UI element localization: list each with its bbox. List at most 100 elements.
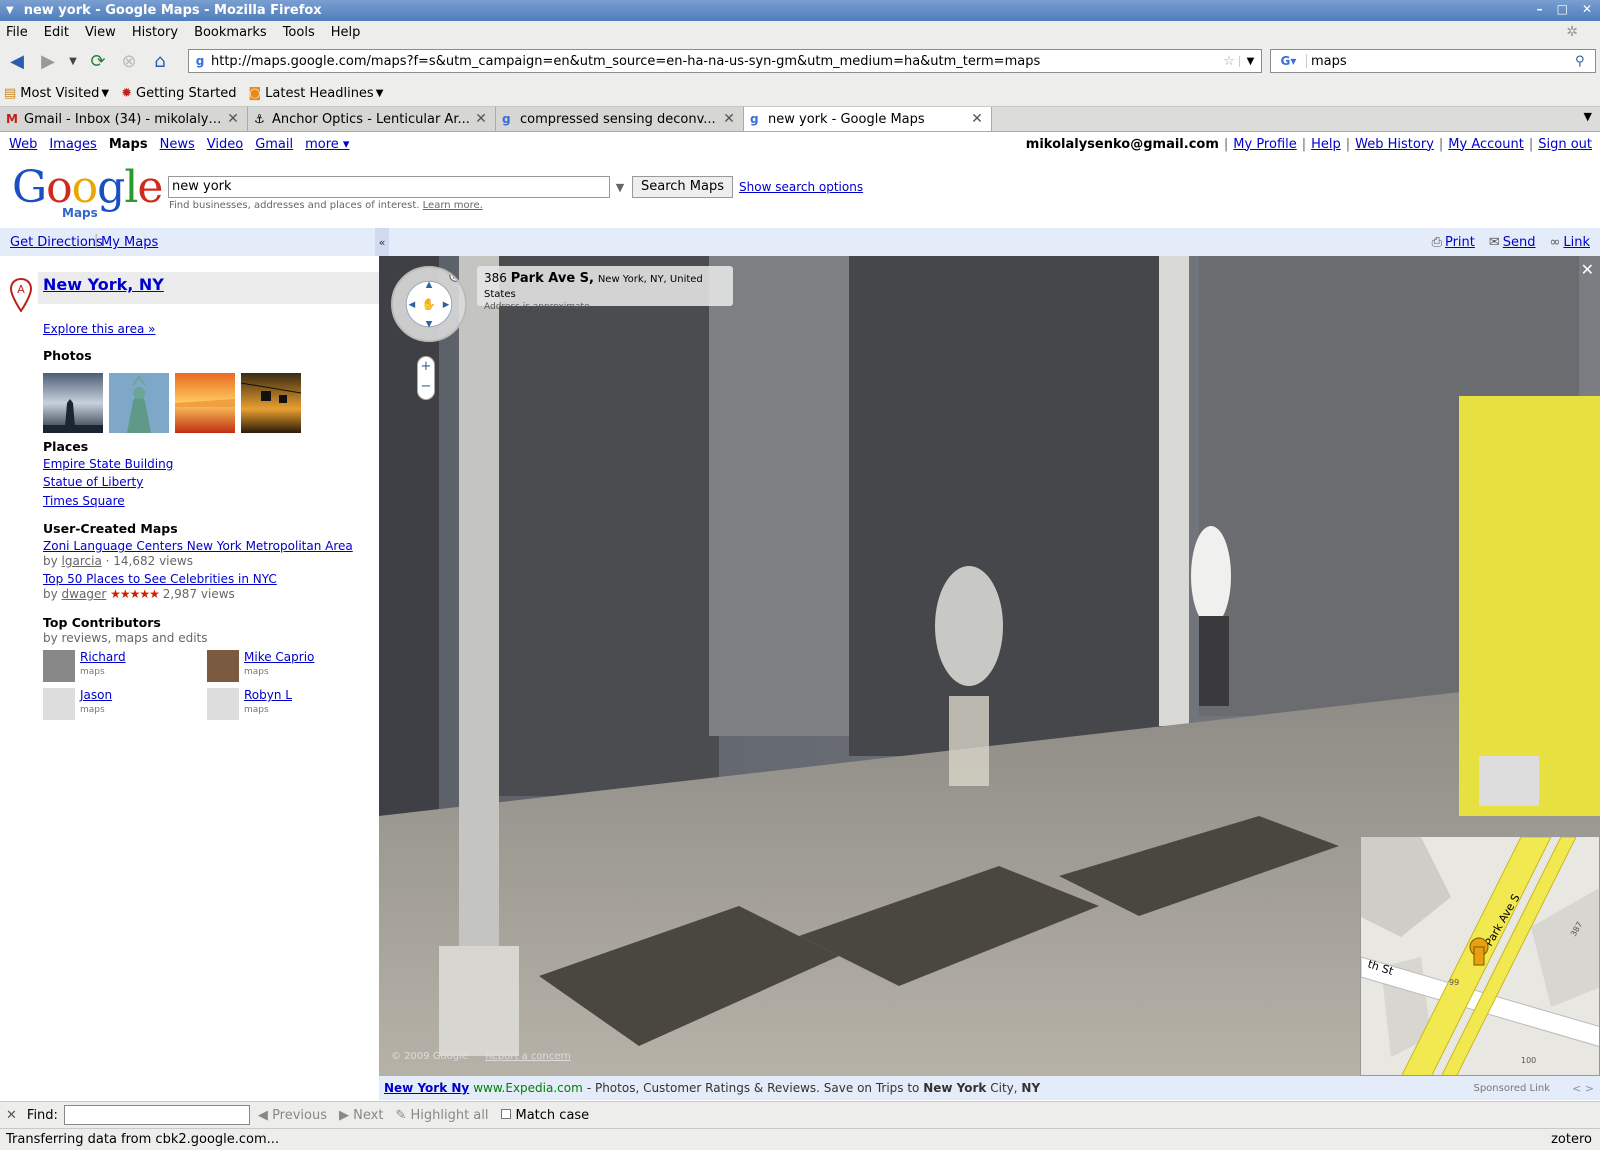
zotero-button[interactable]: zotero [1551, 1132, 1592, 1147]
url-bar[interactable]: g http://maps.google.com/maps?f=s&utm_ca… [188, 49, 1262, 73]
zoom-out-icon[interactable]: − [418, 377, 434, 397]
gbar-web[interactable]: Web [9, 137, 37, 152]
tab-compressed-sensing[interactable]: g compressed sensing deconv... ✕ [496, 107, 744, 131]
street-view-panorama[interactable]: ▲ ▼ ◀ ▶ ✋ N + − 386 Park Ave S, New York… [379, 256, 1600, 1076]
search-maps-button[interactable]: Search Maps [632, 176, 734, 198]
find-close-icon[interactable]: ✕ [6, 1108, 17, 1123]
bookmark-latest-headlines[interactable]: ◙ Latest Headlines ▼ [249, 86, 384, 101]
pan-control[interactable]: ▲ ▼ ◀ ▶ ✋ N [391, 266, 467, 342]
history-dropdown-icon[interactable]: ▼ [66, 49, 80, 75]
photo-thumbnail-sunset[interactable] [175, 373, 235, 433]
tab-close-icon[interactable]: ✕ [473, 111, 489, 127]
link-link[interactable]: ∞ Link [1550, 235, 1590, 250]
tab-gmail[interactable]: M Gmail - Inbox (34) - mikolalys... ✕ [0, 107, 248, 131]
tab-close-icon[interactable]: ✕ [721, 111, 737, 127]
report-concern-link[interactable]: Report a concern [485, 1051, 571, 1062]
contributor[interactable]: Robyn Lmaps [207, 688, 292, 720]
sign-out-link[interactable]: Sign out [1538, 137, 1592, 152]
find-next-button[interactable]: ▶ Next [339, 1108, 383, 1123]
place-link-empire-state[interactable]: Empire State Building [43, 457, 173, 471]
explore-area-link[interactable]: Explore this area » [43, 322, 155, 336]
back-arrow-icon[interactable]: ◀ [4, 49, 30, 75]
tab-google-maps[interactable]: g new york - Google Maps ✕ [744, 107, 992, 131]
my-maps-link[interactable]: My Maps [101, 235, 158, 250]
menu-view[interactable]: View [85, 25, 116, 40]
place-link-times-square[interactable]: Times Square [43, 494, 125, 508]
find-input[interactable] [63, 1105, 250, 1125]
ucm-link-celebrities[interactable]: Top 50 Places to See Celebrities in NYC [43, 572, 277, 586]
map-marker-icon[interactable]: A [10, 278, 32, 312]
search-history-dropdown-icon[interactable]: ▼ [610, 181, 630, 194]
result-title-link[interactable]: New York, NY [43, 275, 164, 294]
menu-edit[interactable]: Edit [44, 25, 69, 40]
minimize-icon[interactable]: – [1537, 2, 1543, 16]
search-engine-icon[interactable]: G▾ [1271, 54, 1307, 68]
ad-title-link[interactable]: New York Ny [384, 1081, 469, 1095]
forward-arrow-icon[interactable]: ▶ [35, 49, 61, 75]
print-link[interactable]: ⎙ Print [1432, 235, 1475, 250]
author-link[interactable]: lgarcia [62, 554, 102, 568]
my-profile-link[interactable]: My Profile [1233, 137, 1296, 152]
collapse-panel-icon[interactable]: « [375, 228, 389, 256]
place-link-statue-liberty[interactable]: Statue of Liberty [43, 475, 143, 489]
logo-sub: Maps [62, 206, 98, 220]
bookmark-getting-started[interactable]: ✹ Getting Started [121, 86, 236, 101]
help-link[interactable]: Help [1311, 137, 1341, 152]
google-maps-logo[interactable]: Google Maps [12, 164, 163, 224]
learn-more-link[interactable]: Learn more. [423, 200, 483, 211]
contributor[interactable]: Richard maps [43, 650, 126, 682]
web-history-link[interactable]: Web History [1355, 137, 1434, 152]
tab-list-icon[interactable]: ▼ [1584, 110, 1592, 123]
photo-thumbnail-liberty-statue[interactable] [109, 373, 169, 433]
url-text[interactable]: http://maps.google.com/maps?f=s&utm_camp… [211, 54, 1219, 69]
ad-url[interactable]: www.Expedia.com [473, 1081, 583, 1095]
maps-search-input[interactable]: new york [168, 176, 610, 198]
stop-icon[interactable]: ⊗ [116, 49, 142, 75]
magnifier-icon[interactable]: ⚲ [1575, 54, 1595, 69]
contributor[interactable]: Mike Caprio maps [207, 650, 314, 682]
menu-history[interactable]: History [132, 25, 178, 40]
menu-tools[interactable]: Tools [283, 25, 315, 40]
photo-thumbnail-liberty-clouds[interactable] [43, 373, 103, 433]
bookmark-star-icon[interactable]: ☆ [1219, 54, 1239, 69]
mini-map[interactable]: Park Ave S th St 99 100 387 [1360, 836, 1600, 1076]
ucm-link-zoni[interactable]: Zoni Language Centers New York Metropoli… [43, 539, 353, 553]
zoom-control[interactable]: + − [417, 356, 435, 400]
maximize-icon[interactable]: □ [1557, 2, 1568, 16]
gbar-news[interactable]: News [160, 137, 195, 152]
browser-search-box[interactable]: G▾ maps ⚲ [1270, 49, 1596, 73]
url-dropdown-icon[interactable]: ▼ [1239, 55, 1261, 67]
gbar-more[interactable]: more ▾ [305, 137, 349, 152]
gbar-images[interactable]: Images [49, 137, 97, 152]
ad-pager-icon[interactable]: < > [1572, 1082, 1594, 1095]
author-link[interactable]: dwager [62, 587, 107, 601]
menu-help[interactable]: Help [331, 25, 361, 40]
zoom-in-icon[interactable]: + [418, 357, 434, 377]
close-street-view-icon[interactable]: ✕ [1581, 260, 1594, 279]
my-account-link[interactable]: My Account [1448, 137, 1524, 152]
anchor-icon: ⚓ [254, 112, 265, 126]
tab-close-icon[interactable]: ✕ [969, 111, 985, 127]
bookmark-most-visited[interactable]: ▤ Most Visited ▼ [4, 86, 109, 101]
tab-close-icon[interactable]: ✕ [225, 111, 241, 127]
menu-bookmarks[interactable]: Bookmarks [194, 25, 267, 40]
send-link[interactable]: ✉ Send [1489, 235, 1536, 250]
gbar-gmail[interactable]: Gmail [255, 137, 293, 152]
match-case-checkbox[interactable]: Match case [500, 1108, 589, 1123]
contributor[interactable]: Jason maps [43, 688, 112, 720]
browser-search-input[interactable]: maps [1307, 54, 1575, 69]
close-window-icon[interactable]: ✕ [1582, 2, 1592, 16]
get-directions-link[interactable]: Get Directions [10, 235, 103, 250]
tab-anchor-optics[interactable]: ⚓ Anchor Optics - Lenticular Ar... ✕ [248, 107, 496, 131]
reload-icon[interactable]: ⟳ [85, 49, 111, 75]
gbar-video[interactable]: Video [207, 137, 243, 152]
photo-thumbnail-tramway[interactable] [241, 373, 301, 433]
top-contributors-sub: by reviews, maps and edits [43, 631, 208, 645]
home-icon[interactable]: ⌂ [147, 49, 173, 75]
svg-text:▲: ▲ [426, 280, 433, 290]
show-search-options-link[interactable]: Show search options [739, 180, 863, 194]
window-menu-icon[interactable]: ▼ [6, 5, 14, 16]
find-previous-button[interactable]: ◀ Previous [258, 1108, 327, 1123]
highlight-all-button[interactable]: ✎ Highlight all [395, 1108, 488, 1123]
menu-file[interactable]: File [6, 25, 28, 40]
